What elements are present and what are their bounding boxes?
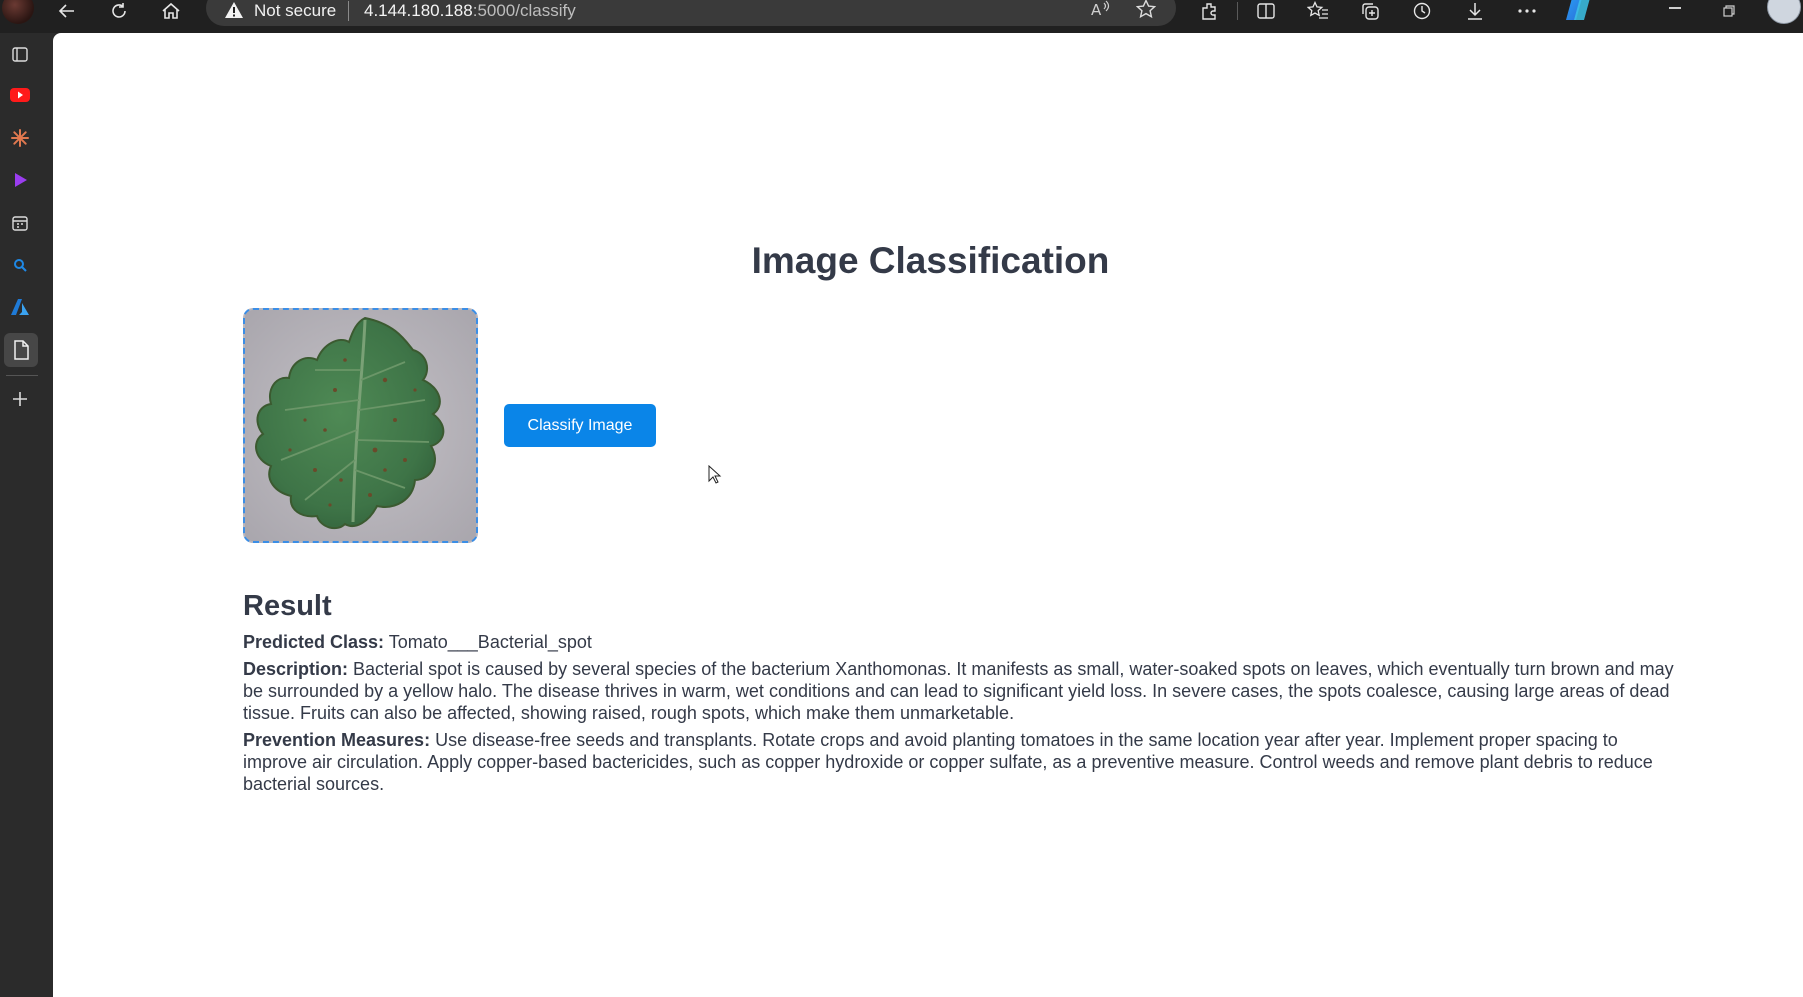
description: Description: Bacterial spot is caused by…: [243, 658, 1683, 724]
svg-text:A: A: [1091, 1, 1102, 18]
url-host: 4.144.180.188: [364, 1, 473, 20]
split-screen-icon[interactable]: [1255, 0, 1277, 22]
url-path: :5000/classify: [472, 1, 576, 20]
sidebar-divider: [6, 375, 38, 376]
home-icon[interactable]: [160, 0, 182, 22]
minimize-button[interactable]: [1669, 7, 1681, 9]
user-avatar[interactable]: [1767, 0, 1801, 24]
history-icon[interactable]: [1411, 0, 1433, 22]
predicted-class-value: Tomato___Bacterial_spot: [388, 632, 592, 652]
youtube-icon[interactable]: [8, 83, 32, 107]
predicted-class-label: Predicted Class:: [243, 632, 385, 652]
page-title: Image Classification: [751, 240, 1110, 281]
browser-sidebar: [0, 33, 53, 997]
description-value: Bacterial spot is caused by several spec…: [243, 659, 1674, 723]
document-icon[interactable]: [4, 333, 38, 367]
classify-image-button[interactable]: Classify Image: [504, 404, 656, 447]
url-text[interactable]: 4.144.180.188:5000/classify: [364, 1, 576, 21]
favorites-icon[interactable]: [1307, 0, 1329, 22]
address-bar[interactable]: Not secure 4.144.180.188:5000/classify A: [206, 0, 1176, 26]
prevention-measures: Prevention Measures: Use disease-free se…: [243, 729, 1683, 795]
favorite-star-icon[interactable]: [1135, 0, 1157, 24]
warning-icon[interactable]: [224, 1, 244, 24]
leaf-image: [245, 310, 476, 541]
profile-avatar[interactable]: [2, 0, 34, 24]
back-icon[interactable]: [56, 0, 78, 22]
address-divider: [348, 1, 349, 21]
copilot-icon[interactable]: [1563, 0, 1593, 27]
toolbar-divider: [1237, 2, 1238, 20]
extensions-icon[interactable]: [1199, 0, 1221, 22]
description-label: Description:: [243, 659, 349, 679]
video-icon[interactable]: [8, 168, 32, 192]
uploaded-image-dropzone[interactable]: [243, 308, 478, 543]
calendar-icon[interactable]: [8, 211, 32, 235]
more-icon[interactable]: [1516, 0, 1538, 22]
browser-toolbar: Not secure 4.144.180.188:5000/classify A: [0, 0, 1803, 33]
result-heading: Result: [243, 590, 332, 622]
read-aloud-icon[interactable]: A: [1091, 0, 1111, 23]
page-content: Image Classification Classify Image Resu…: [53, 33, 1803, 997]
claude-icon[interactable]: [8, 126, 32, 150]
prevention-value: Use disease-free seeds and transplants. …: [243, 730, 1653, 794]
refresh-icon[interactable]: [108, 0, 130, 22]
mouse-cursor-icon: [708, 464, 722, 490]
azure-icon[interactable]: [8, 295, 32, 319]
restore-button[interactable]: [1720, 0, 1738, 22]
add-icon[interactable]: [8, 387, 32, 411]
tabs-icon[interactable]: [8, 42, 32, 66]
collections-icon[interactable]: [1359, 0, 1381, 22]
prevention-label: Prevention Measures:: [243, 730, 431, 750]
search-icon[interactable]: [8, 253, 32, 277]
security-label[interactable]: Not secure: [254, 1, 336, 21]
predicted-class: Predicted Class: Tomato___Bacterial_spot: [243, 631, 1683, 653]
downloads-icon[interactable]: [1464, 0, 1486, 22]
